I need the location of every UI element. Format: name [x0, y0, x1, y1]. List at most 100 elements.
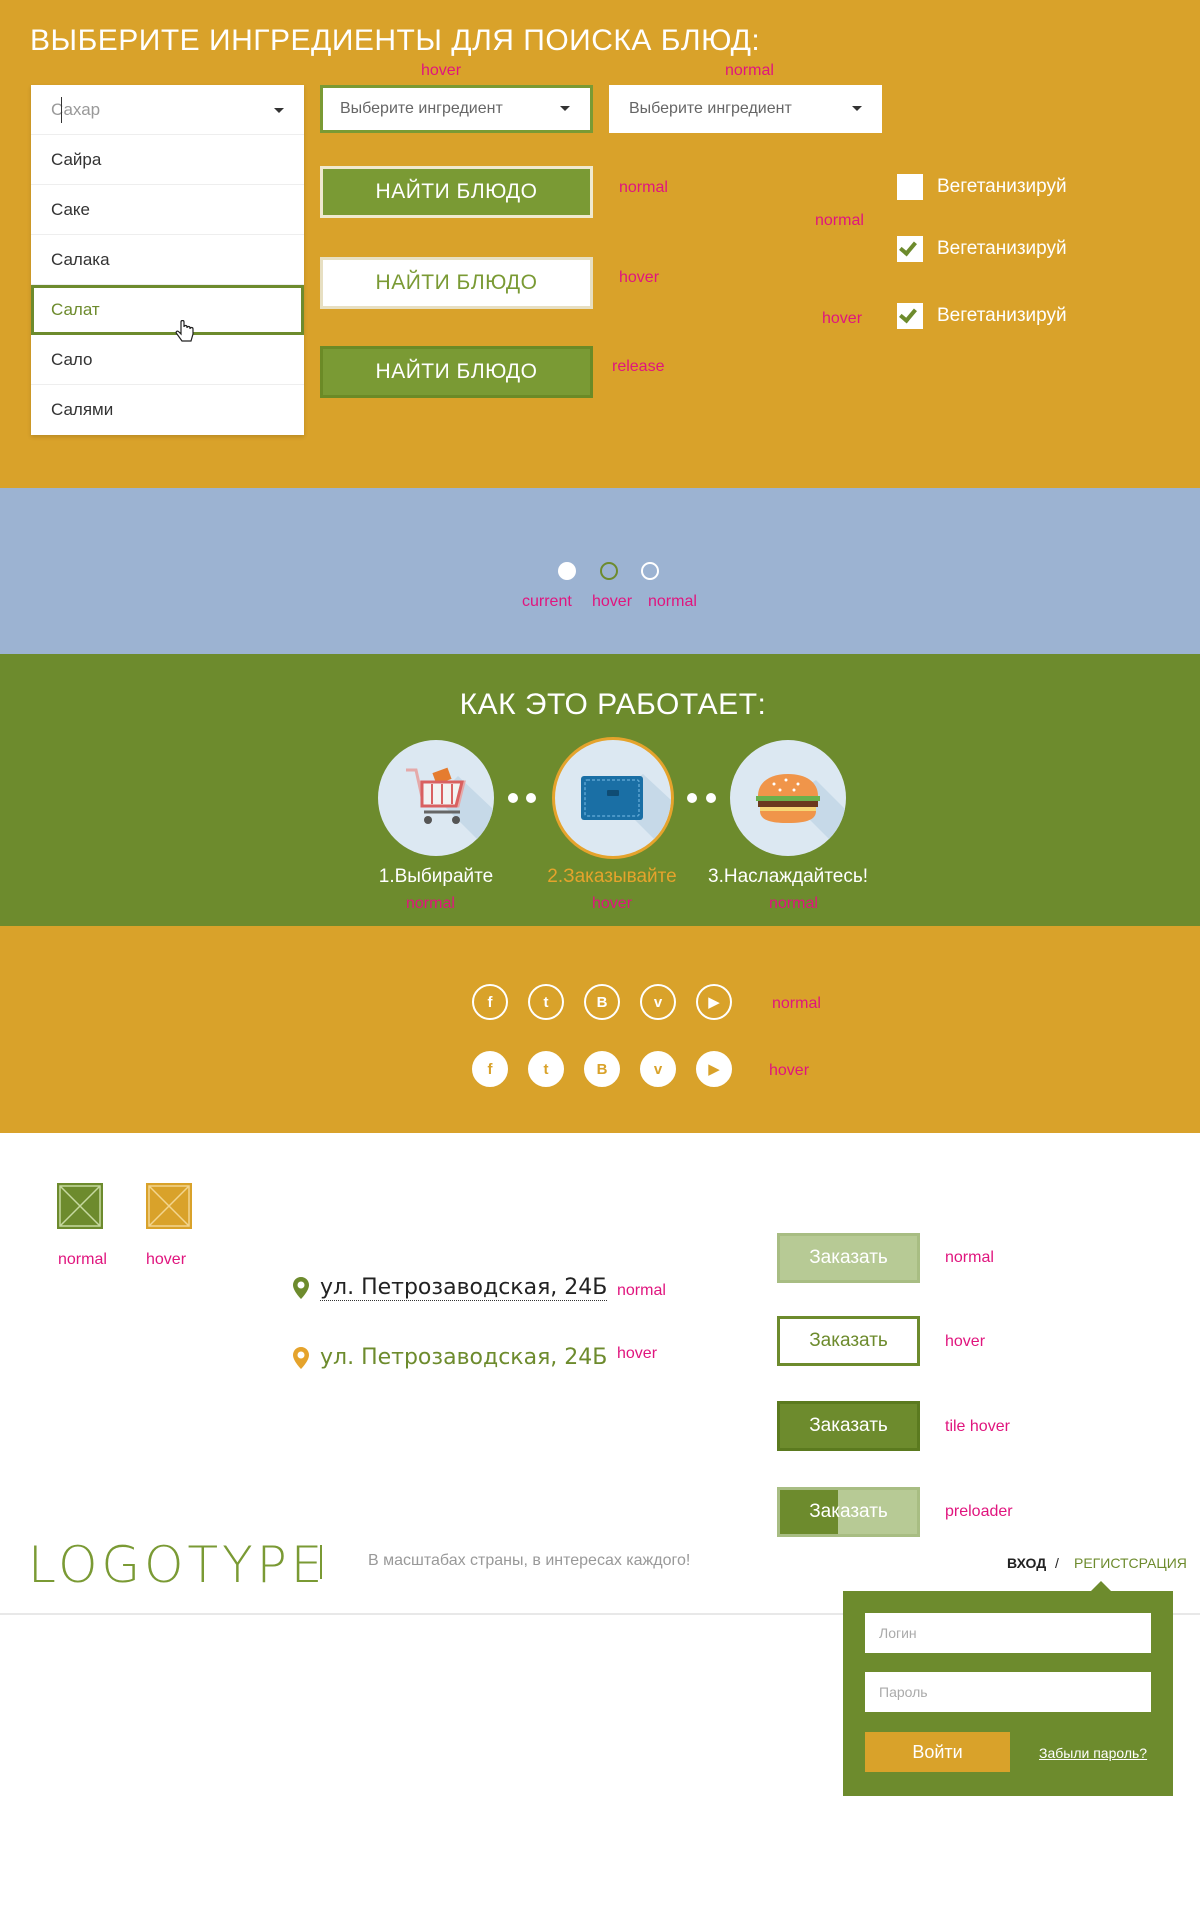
state-note: hover — [822, 310, 863, 327]
state-note: hover — [619, 269, 660, 286]
map-pin-icon — [293, 1277, 309, 1299]
ingredient-select-hover[interactable]: Выберите ингредиент — [320, 85, 593, 133]
step-3-label: 3.Наслаждайтесь! — [708, 866, 868, 887]
state-note: normal — [769, 895, 818, 912]
twitter-icon[interactable]: t — [528, 1051, 564, 1087]
state-note: normal — [617, 1282, 666, 1299]
state-note: hover — [592, 895, 633, 912]
step-1-circle[interactable] — [378, 740, 494, 856]
state-note: normal — [619, 179, 668, 196]
step-connector-dot — [508, 793, 518, 803]
vegetarian-checkbox-checked[interactable]: Вегетанизируй — [897, 236, 1067, 262]
facebook-icon[interactable]: f — [472, 1051, 508, 1087]
hand-cursor-icon — [175, 320, 194, 342]
find-dish-button-release[interactable]: НАЙТИ БЛЮДО — [320, 346, 593, 398]
facebook-icon[interactable]: f — [472, 984, 508, 1020]
nav-separator: / — [1055, 1555, 1059, 1571]
checkbox-box[interactable] — [897, 174, 923, 200]
order-button-normal[interactable]: Заказать — [777, 1233, 920, 1283]
dropdown-item[interactable]: Сайра — [31, 135, 304, 185]
pager-dot-current[interactable] — [558, 562, 576, 580]
step-2-label: 2.Заказывайте — [547, 866, 677, 887]
find-dish-button-hover[interactable]: НАЙТИ БЛЮДО — [320, 257, 593, 309]
login-field[interactable]: Логин — [865, 1613, 1151, 1653]
pager-dot-normal[interactable] — [641, 562, 659, 580]
dropdown-item-active[interactable]: Салат — [31, 285, 304, 335]
submit-login-button[interactable]: Войти — [865, 1732, 1010, 1772]
checkbox-label: Вегетанизируй — [937, 176, 1067, 197]
vegetarian-checkbox-unchecked[interactable]: Вегетанизируй — [897, 174, 1067, 200]
ingredient-select-normal[interactable]: Выберите ингредиент — [609, 85, 882, 133]
dropdown-item[interactable]: Салака — [31, 235, 304, 285]
password-field[interactable]: Пароль — [865, 1672, 1151, 1712]
vimeo-icon[interactable]: v — [640, 1051, 676, 1087]
address-text: ул. Петрозаводская, 24Б — [320, 1275, 608, 1301]
pager-dot-hover[interactable] — [600, 562, 618, 580]
register-link[interactable]: РЕГИСТСРАЦИЯ — [1074, 1555, 1187, 1571]
dropdown-item[interactable]: Сало — [31, 335, 304, 385]
state-note: normal — [648, 593, 697, 610]
order-button-tile-hover[interactable]: Заказать — [777, 1401, 920, 1451]
step-2-circle[interactable] — [552, 737, 674, 859]
state-note: normal — [725, 62, 774, 79]
wallet-icon — [581, 774, 671, 856]
search-value: Сахар — [51, 99, 101, 119]
checkmark-icon — [899, 304, 917, 324]
login-panel: Логин Пароль Войти Забыли пароль? — [843, 1581, 1173, 1796]
login-placeholder: Логин — [879, 1625, 917, 1641]
chevron-down-icon[interactable] — [274, 108, 284, 113]
dropdown-item[interactable]: Салями — [31, 385, 304, 435]
login-link[interactable]: ВХОД — [1007, 1555, 1046, 1571]
text-cursor — [61, 97, 62, 123]
youtube-icon[interactable]: ▶ — [696, 984, 732, 1020]
order-button-hover[interactable]: Заказать — [777, 1316, 920, 1366]
state-note: preloader — [945, 1503, 1013, 1520]
image-placeholder-icon[interactable] — [57, 1183, 103, 1229]
forgot-password-link[interactable]: Забыли пароль? — [1039, 1745, 1147, 1761]
state-note: normal — [815, 212, 864, 229]
vegetarian-checkbox-hover[interactable]: Вегетанизируй — [897, 303, 1067, 329]
address-link-normal[interactable]: ул. Петрозаводская, 24Б — [292, 1275, 608, 1301]
map-pin-icon — [293, 1346, 309, 1369]
vk-icon[interactable]: B — [584, 1051, 620, 1087]
find-dish-button-normal[interactable]: НАЙТИ БЛЮДО — [320, 166, 593, 218]
checkbox-label: Вегетанизируй — [937, 305, 1067, 326]
state-note: normal — [406, 895, 455, 912]
vimeo-icon[interactable]: v — [640, 984, 676, 1020]
dropdown-item[interactable]: Саке — [31, 185, 304, 235]
step-connector-dot — [526, 793, 536, 803]
state-note: hover — [421, 62, 462, 79]
state-note: hover — [945, 1333, 986, 1350]
order-button-label: Заказать — [809, 1501, 888, 1522]
state-note: hover — [146, 1251, 187, 1268]
cart-icon — [406, 767, 494, 856]
state-note: normal — [772, 995, 821, 1012]
order-button-preloader[interactable]: Заказать — [777, 1487, 920, 1537]
ingredients-heading: ВЫБЕРИТЕ ИНГРЕДИЕНТЫ ДЛЯ ПОИСКА БЛЮД: — [30, 24, 761, 57]
step-3-circle[interactable] — [730, 740, 846, 856]
twitter-icon[interactable]: t — [528, 984, 564, 1020]
ingredient-search-input[interactable]: Сахар — [31, 85, 304, 135]
state-note: hover — [769, 1062, 810, 1079]
state-note: hover — [617, 1345, 658, 1362]
ingredient-dropdown[interactable]: Сахар Сайра Саке Салака Салат Сало Салям… — [31, 85, 304, 435]
state-note: normal — [945, 1249, 994, 1266]
checkbox-label: Вегетанизируй — [937, 238, 1067, 259]
chevron-down-icon — [852, 106, 862, 111]
burger-icon — [756, 774, 846, 856]
image-placeholder-icon[interactable] — [146, 1183, 192, 1229]
checkmark-icon — [899, 237, 917, 257]
logo[interactable]: LOGOTYPE — [28, 1536, 326, 1594]
vk-icon[interactable]: B — [584, 984, 620, 1020]
checkbox-box[interactable] — [897, 236, 923, 262]
address-text: ул. Петрозаводская, 24Б — [320, 1345, 608, 1370]
state-note: release — [612, 358, 665, 375]
youtube-icon[interactable]: ▶ — [696, 1051, 732, 1087]
select-placeholder: Выберите ингредиент — [340, 100, 503, 117]
address-link-hover[interactable]: ул. Петрозаводская, 24Б — [292, 1345, 607, 1370]
chevron-down-icon — [560, 106, 570, 111]
state-note: tile hover — [945, 1418, 1010, 1435]
state-note: hover — [592, 593, 633, 610]
how-it-works-heading: КАК ЭТО РАБОТАЕТ: — [459, 688, 767, 721]
checkbox-box[interactable] — [897, 303, 923, 329]
